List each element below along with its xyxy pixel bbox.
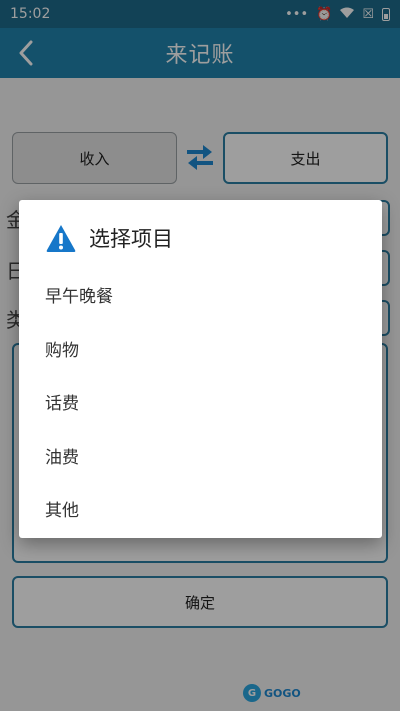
select-item-dialog: 选择项目 早午晚餐 购物 话费 油费 其他: [19, 200, 382, 538]
option-fuel[interactable]: 油费: [19, 429, 382, 483]
dialog-option-list: 早午晚餐 购物 话费 油费 其他: [19, 268, 382, 536]
option-other[interactable]: 其他: [19, 482, 382, 536]
option-shopping[interactable]: 购物: [19, 322, 382, 376]
option-phone-bill[interactable]: 话费: [19, 375, 382, 429]
option-meals[interactable]: 早午晚餐: [19, 268, 382, 322]
dialog-title: 选择项目: [89, 227, 173, 251]
dialog-header: 选择项目: [45, 220, 173, 256]
warning-icon: [46, 225, 76, 252]
